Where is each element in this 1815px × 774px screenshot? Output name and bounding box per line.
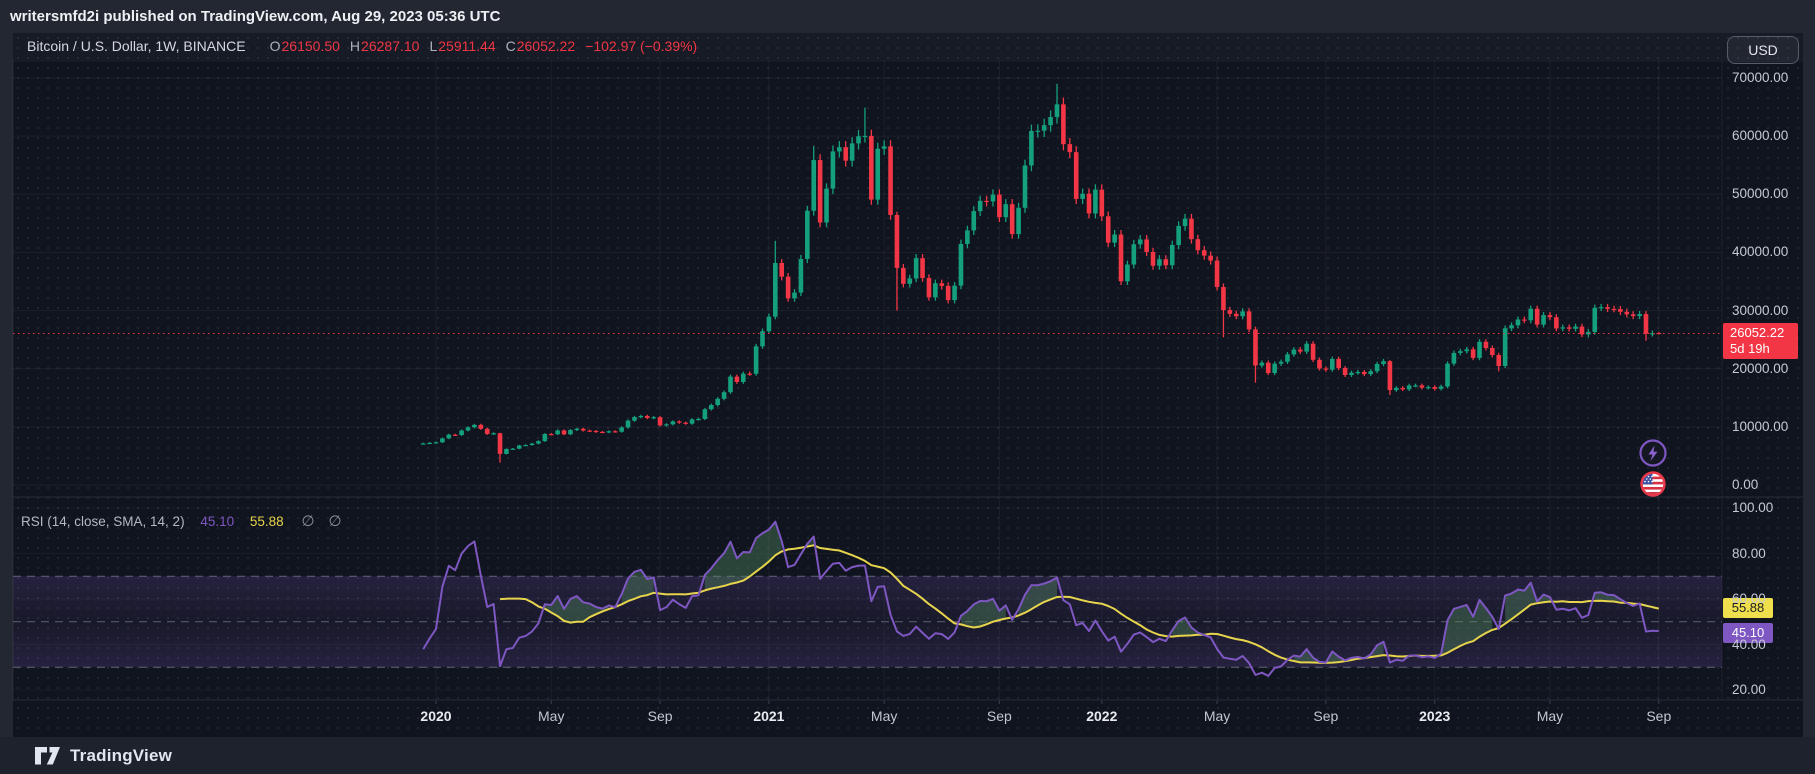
currency-toggle-button[interactable]: USD [1727, 36, 1799, 64]
tradingview-logo-mark [34, 746, 61, 766]
tradingview-logo[interactable]: TradingView [34, 746, 172, 766]
footer-bar: TradingView [0, 737, 1815, 774]
chart-canvas[interactable] [0, 0, 1815, 774]
tradingview-logo-text: TradingView [70, 746, 172, 766]
time-axis-drag-zone[interactable] [13, 700, 1722, 737]
lightning-bubble-icon[interactable] [1641, 441, 1666, 466]
us-flag-bubble-icon[interactable] [1642, 473, 1665, 496]
price-axis-drag-zone[interactable] [1722, 60, 1803, 700]
tradingview-snapshot: writersmfd2i published on TradingView.co… [0, 0, 1815, 774]
chart-bubbles [1637, 438, 1671, 502]
